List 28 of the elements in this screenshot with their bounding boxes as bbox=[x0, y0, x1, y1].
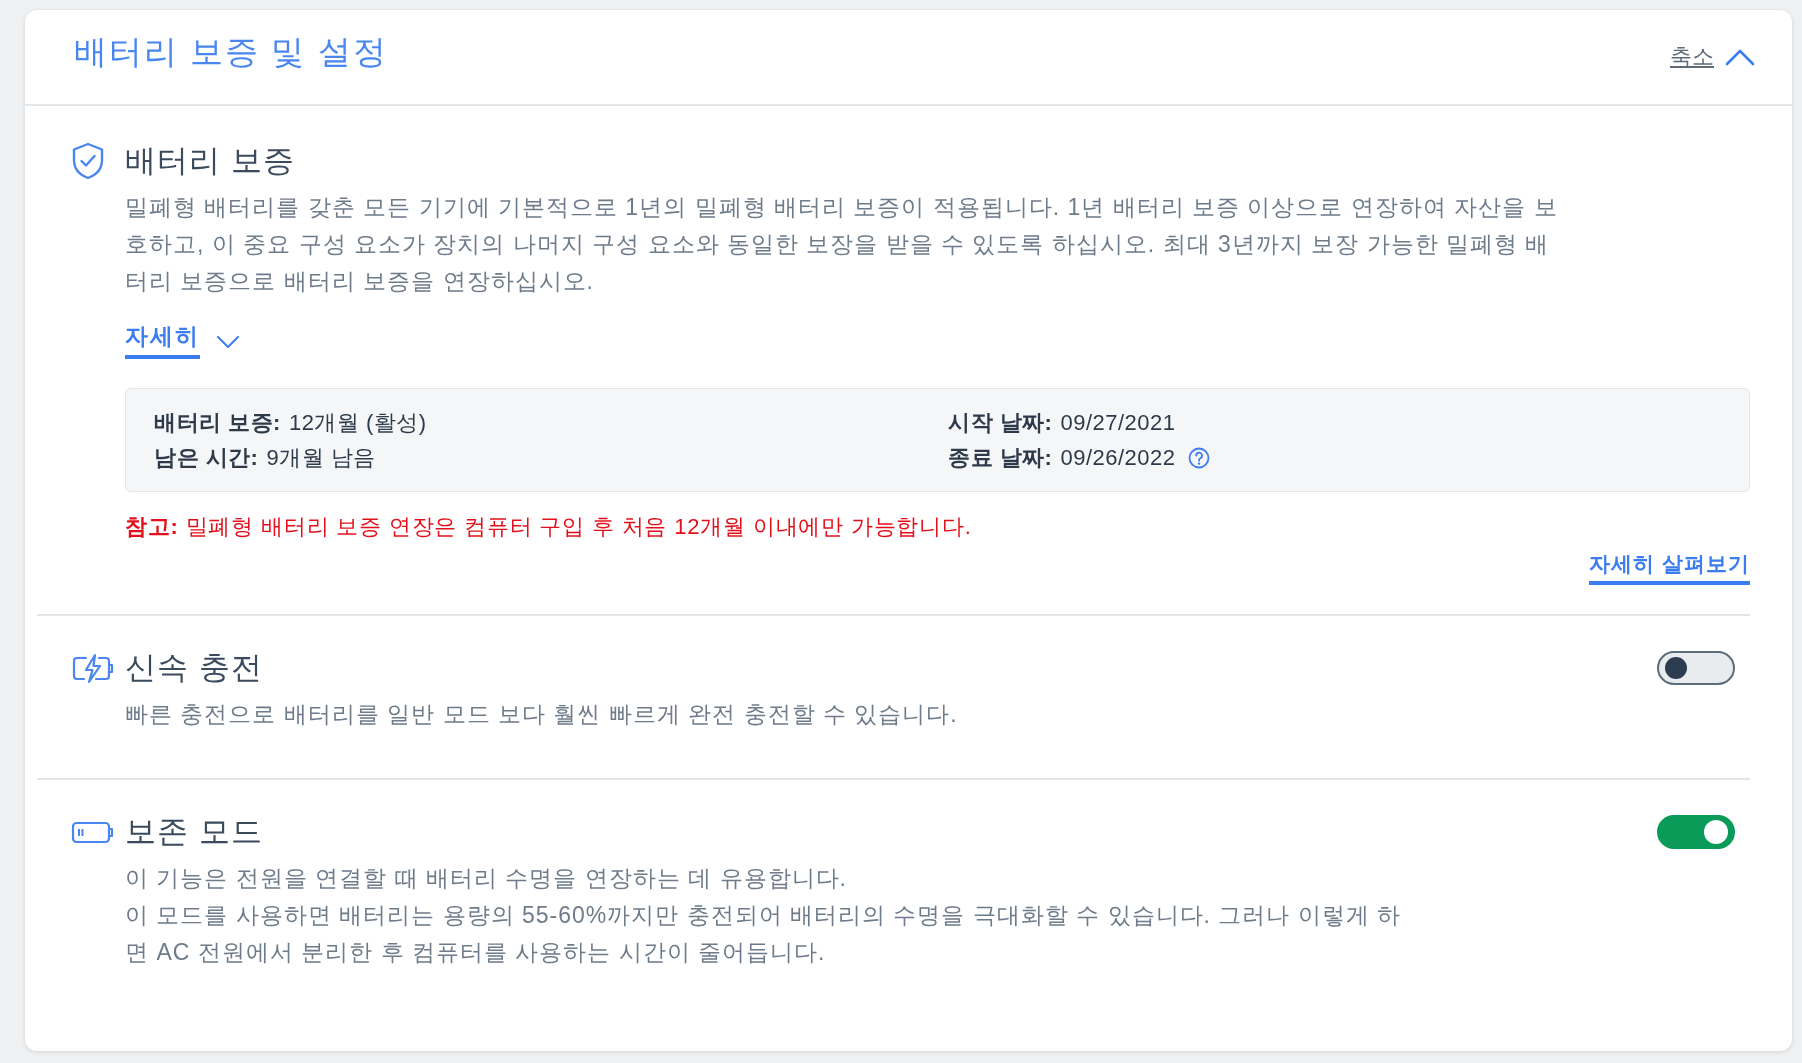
info-value: 09/27/2021 bbox=[1060, 409, 1176, 436]
toggle-switch[interactable] bbox=[1657, 815, 1735, 849]
toggle-switch[interactable] bbox=[1657, 651, 1735, 685]
learn-more-link[interactable]: 자세히 살펴보기 bbox=[1589, 549, 1750, 585]
info-value: 9개월 남음 bbox=[266, 443, 376, 472]
help-icon[interactable] bbox=[1187, 446, 1210, 469]
panel-title: 배터리 보증 및 설정 bbox=[74, 32, 388, 72]
lightning-battery-icon bbox=[71, 652, 115, 684]
battery-icon bbox=[71, 819, 115, 845]
info-label: 남은 시간: bbox=[154, 443, 259, 472]
details-toggle[interactable]: 자세히 bbox=[125, 321, 240, 359]
info-label: 종료 날짜: bbox=[948, 443, 1053, 472]
info-value: 09/26/2022 bbox=[1060, 444, 1176, 471]
collapse-button[interactable]: 축소 bbox=[1670, 42, 1756, 72]
description-text: 빠른 충전으로 배터리를 일반 모드 보다 훨씬 빠르게 완전 충전할 수 있습니다. bbox=[125, 700, 958, 729]
info-label: 시작 날짜: bbox=[948, 408, 1053, 437]
description-text: 밀폐형 배터리를 갖춘 모든 기기에 기본적으로 1년의 밀폐형 배터리 보증이 적용됩니다. 1년 배터리 보증 이상으로 연장하여 자산을 보호하고, 이 중요 구성 요소가 장치의 나머지 구성 요소와 동일한 보장을 받을 수 있도록 하십시오. 최대 3년까지 보장 가능한 밀폐형 배터리 보증으로 배터리 보증을 연장하십시오. bbox=[125, 193, 1559, 296]
section-title: 보존 모드 bbox=[125, 813, 264, 851]
info-value: 12개월 (활성) bbox=[288, 408, 427, 437]
shield-check-icon bbox=[71, 142, 105, 180]
section-title: 신속 충전 bbox=[125, 649, 264, 687]
description-text: 이 모드를 사용하면 배터리는 용량의 55-60%까지만 충전되어 배터리의 수명을 극대화할 수 있습니다. 그러나 이렇게 하면 AC 전원에서 분리한 후 컴퓨터를 사용하는 시간이 줄어듭니다. bbox=[125, 901, 1403, 967]
section-title: 배터리 보증 bbox=[125, 142, 296, 180]
chevron-up-icon bbox=[1724, 47, 1756, 67]
chevron-down-icon bbox=[216, 335, 240, 349]
note-text: 참고: 밀폐형 배터리 보증 연장은 컴퓨터 구입 후 처음 12개월 이내에만 가능합니다. bbox=[125, 513, 972, 541]
description-text: 이 기능은 전원을 연결할 때 배터리 수명을 연장하는 데 유용합니다. bbox=[125, 864, 847, 893]
info-label: 배터리 보증: bbox=[154, 408, 281, 437]
